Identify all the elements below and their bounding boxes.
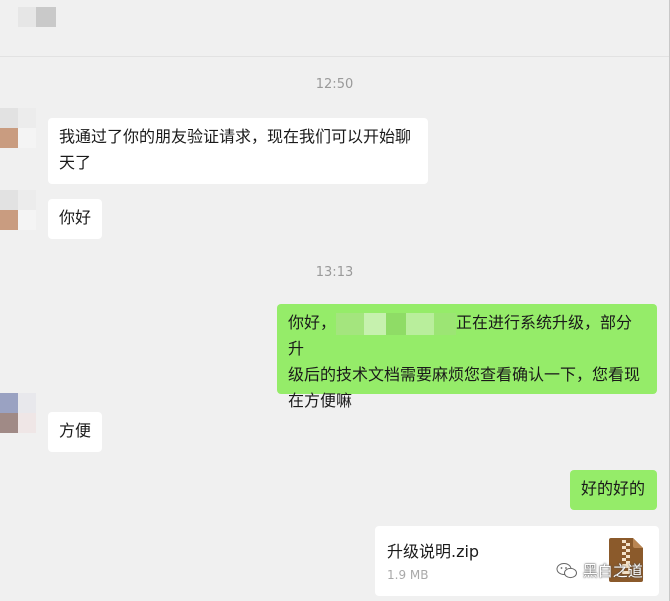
message-text: 你好， bbox=[288, 313, 337, 332]
message-text: 天了 bbox=[59, 153, 92, 172]
redacted-name bbox=[406, 312, 435, 335]
outgoing-message[interactable]: 你好， 正在进行系统升级，部分升 级后的技术文档需要麻烦您查看确认一下，您看现 在… bbox=[277, 304, 657, 410]
sender-avatar[interactable] bbox=[0, 190, 36, 230]
incoming-message[interactable]: 我通过了你的朋友验证请求，现在我们可以开始聊 天了 bbox=[48, 118, 428, 184]
watermark: 黑白之道 bbox=[556, 560, 643, 584]
incoming-message[interactable]: 你好 bbox=[48, 199, 102, 239]
outgoing-message[interactable]: 好的好的 bbox=[570, 470, 657, 510]
redacted-name bbox=[336, 312, 365, 335]
message-text: 你好 bbox=[59, 208, 92, 227]
timestamp: 12:50 bbox=[315, 77, 354, 92]
wechat-icon bbox=[556, 562, 577, 578]
message-text: 在方便嘛 bbox=[288, 391, 353, 410]
contact-avatar-blurred[interactable] bbox=[18, 7, 56, 27]
file-name: 升级说明.zip bbox=[387, 542, 480, 561]
redacted-name bbox=[364, 312, 387, 335]
timestamp: 13:13 bbox=[315, 265, 354, 280]
message-text: 好的好的 bbox=[581, 479, 646, 498]
file-size: 1.9 MB bbox=[387, 568, 429, 582]
incoming-message[interactable]: 方便 bbox=[48, 412, 102, 452]
redacted-name bbox=[386, 312, 407, 335]
message-text: 我通过了你的朋友验证请求，现在我们可以开始聊 bbox=[59, 127, 412, 146]
watermark-text: 黑白之道 bbox=[582, 562, 643, 580]
chat-window: 12:50 我通过了你的朋友验证请求，现在我们可以开始聊 天了 你好 13:13… bbox=[0, 0, 670, 601]
message-text: 方便 bbox=[59, 421, 92, 440]
sender-avatar[interactable] bbox=[0, 393, 36, 433]
message-text: 级后的技术文档需要麻烦您查看确认一下，您看现 bbox=[288, 365, 641, 384]
chat-header bbox=[0, 0, 669, 57]
redacted-name bbox=[434, 312, 457, 335]
sender-avatar[interactable] bbox=[0, 108, 36, 148]
